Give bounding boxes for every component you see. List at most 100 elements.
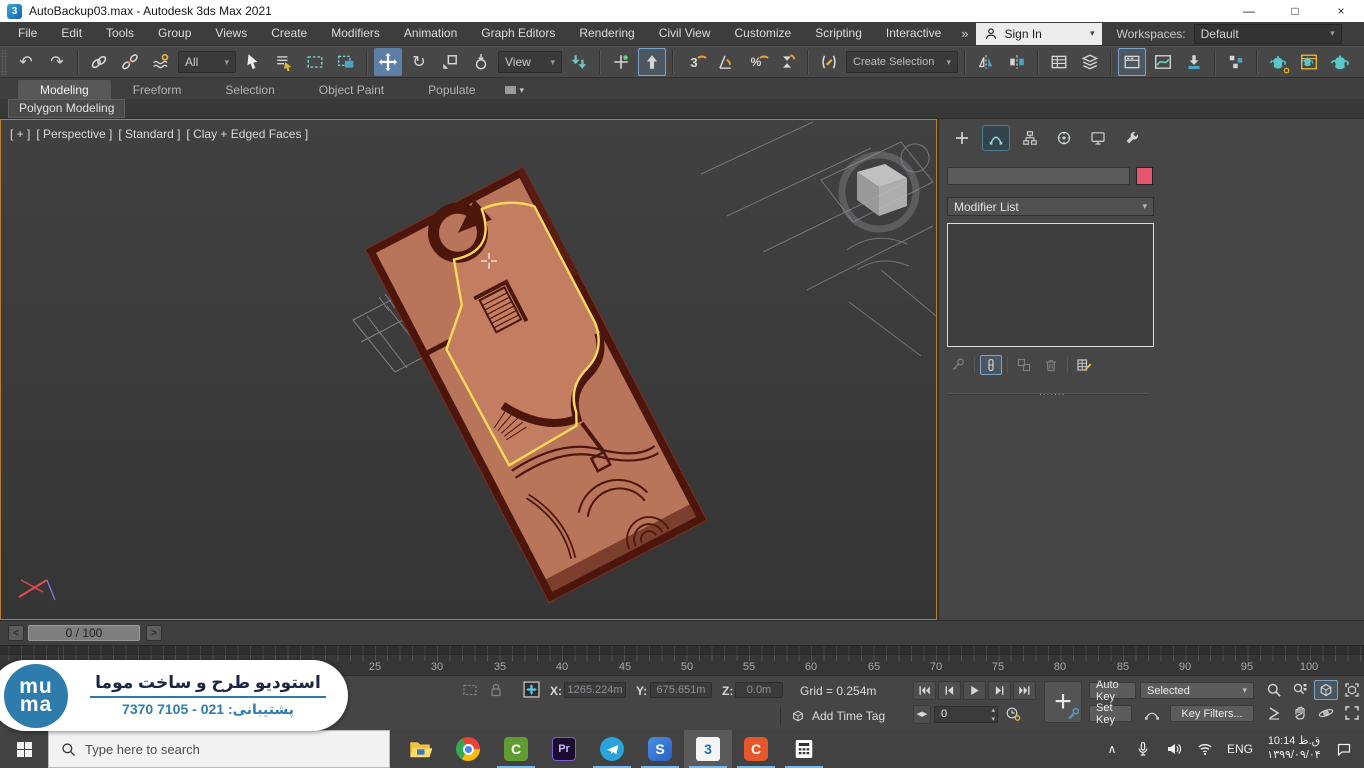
sign-in-button[interactable]: Sign In ▾ [976, 23, 1102, 45]
time-slider-next-button[interactable]: > [146, 625, 162, 641]
remove-modifier-icon[interactable] [1040, 355, 1062, 375]
time-configuration-icon[interactable] [1001, 704, 1025, 724]
current-frame-field[interactable]: 0 ▴ ▾ [934, 706, 998, 723]
viewport-menu-pov[interactable]: [ Perspective ] [36, 127, 112, 141]
taskbar-camtasia-recorder[interactable]: C [732, 730, 780, 768]
select-object-icon[interactable] [239, 48, 267, 76]
render-production-icon[interactable] [1326, 48, 1354, 76]
object-color-swatch[interactable] [1136, 167, 1153, 185]
viewport-menu-renderer[interactable]: [ Standard ] [118, 127, 180, 141]
viewport-menu-general[interactable]: [ + ] [10, 127, 30, 141]
viewport-menu-shading[interactable]: [ Clay + Edged Faces ] [186, 127, 308, 141]
menu-rendering[interactable]: Rendering [567, 22, 646, 45]
default-tangents-icon[interactable] [1140, 704, 1164, 724]
modifier-stack[interactable] [947, 223, 1154, 347]
taskbar-share-app[interactable]: S [636, 730, 684, 768]
x-coordinate-field[interactable]: 1265.224m [564, 682, 626, 698]
transform-type-in-icon[interactable] [523, 681, 540, 698]
add-time-tag[interactable]: Add Time Tag [780, 707, 885, 725]
ribbon-tab-freeform[interactable]: Freeform [111, 80, 204, 99]
show-end-result-icon[interactable] [980, 355, 1002, 375]
motion-tab-icon[interactable] [1051, 126, 1077, 150]
microphone-icon[interactable] [1131, 734, 1155, 764]
hierarchy-tab-icon[interactable] [1017, 126, 1043, 150]
rendered-frame-window-icon[interactable] [1295, 48, 1323, 76]
set-key-button[interactable]: Set Key [1089, 705, 1132, 722]
spinner-up-icon[interactable]: ▴ [991, 706, 995, 714]
language-indicator[interactable]: ENG [1224, 742, 1256, 756]
previous-frame-button[interactable] [938, 681, 961, 700]
menu-tools[interactable]: Tools [94, 22, 146, 45]
snaps-toggle-3d-icon[interactable]: 3 [680, 48, 708, 76]
menu-overflow-chevron[interactable]: » [953, 26, 976, 41]
ribbon-tab-modeling[interactable]: Modeling [18, 80, 111, 99]
zoom-extents-all-icon[interactable] [1340, 680, 1364, 700]
maximize-button[interactable]: □ [1272, 0, 1318, 22]
object-name-field[interactable] [947, 167, 1130, 185]
menu-scripting[interactable]: Scripting [803, 22, 874, 45]
go-to-end-button[interactable] [1013, 681, 1036, 700]
named-selection-sets-dropdown[interactable]: Create Selection Se ▾ [846, 51, 958, 73]
spinner-down-icon[interactable]: ▾ [991, 715, 995, 723]
display-tab-icon[interactable] [1085, 126, 1111, 150]
menu-group[interactable]: Group [146, 22, 203, 45]
toggle-ribbon-icon[interactable] [1118, 48, 1146, 76]
menu-graph-editors[interactable]: Graph Editors [469, 22, 567, 45]
menu-modifiers[interactable]: Modifiers [319, 22, 392, 45]
taskbar-calculator[interactable] [780, 730, 828, 768]
menu-edit[interactable]: Edit [49, 22, 94, 45]
configure-modifier-sets-icon[interactable] [1073, 355, 1095, 375]
make-unique-icon[interactable] [1013, 355, 1035, 375]
perspective-viewport[interactable]: [ + ] [ Perspective ] [ Standard ] [ Cla… [0, 119, 937, 620]
view-cube[interactable] [842, 155, 916, 229]
edit-named-selection-sets-icon[interactable] [815, 48, 843, 76]
reference-coordinate-dropdown[interactable]: View ▾ [498, 51, 562, 73]
select-and-link-icon[interactable] [85, 48, 113, 76]
key-filter-mode-dropdown[interactable]: Selected ▾ [1140, 682, 1254, 699]
undo-button[interactable]: ↶ [12, 48, 40, 76]
spinner-snap-toggle-icon[interactable] [773, 48, 801, 76]
angle-snap-toggle-icon[interactable] [711, 48, 739, 76]
key-mode-toggle[interactable]: ◀▶ [913, 705, 931, 724]
menu-customize[interactable]: Customize [723, 22, 804, 45]
select-and-scale-icon[interactable] [436, 48, 464, 76]
isolate-selection-icon[interactable] [462, 682, 478, 698]
time-slider-prev-button[interactable]: < [8, 625, 24, 641]
track-bar[interactable] [0, 645, 1364, 654]
zoom-all-icon[interactable] [1288, 680, 1312, 700]
modifier-list-dropdown[interactable]: Modifier List ▾ [947, 197, 1154, 216]
rectangular-selection-region-icon[interactable] [301, 48, 329, 76]
toolbar-drag-handle[interactable] [1, 49, 7, 75]
time-slider-track[interactable]: < 0 / 100 > [0, 620, 1364, 645]
speaker-icon[interactable] [1162, 734, 1186, 764]
taskbar-file-explorer[interactable] [396, 730, 444, 768]
toggle-layer-explorer-icon[interactable] [1076, 48, 1104, 76]
selection-filter-dropdown[interactable]: All ▾ [178, 51, 236, 73]
menu-create[interactable]: Create [259, 22, 319, 45]
zoom-icon[interactable] [1262, 680, 1286, 700]
select-and-manipulate-icon[interactable] [607, 48, 635, 76]
polygon-modeling-panel-button[interactable]: Polygon Modeling [8, 99, 125, 118]
menu-views[interactable]: Views [203, 22, 259, 45]
select-and-place-icon[interactable] [467, 48, 495, 76]
keyboard-shortcut-override-icon[interactable] [638, 48, 666, 76]
wifi-icon[interactable] [1193, 734, 1217, 764]
menu-file[interactable]: File [6, 22, 49, 45]
zoom-region-icon[interactable] [1262, 703, 1286, 723]
render-setup-icon[interactable] [1264, 48, 1292, 76]
start-button[interactable] [0, 730, 48, 768]
redo-button[interactable]: ↷ [43, 48, 71, 76]
ribbon-tab-selection[interactable]: Selection [203, 80, 296, 99]
minimize-button[interactable]: — [1226, 0, 1272, 22]
y-coordinate-field[interactable]: 675.651m [650, 682, 712, 698]
auto-key-button[interactable]: Auto Key [1089, 682, 1136, 699]
select-by-name-icon[interactable] [270, 48, 298, 76]
menu-animation[interactable]: Animation [392, 22, 469, 45]
material-editor-icon[interactable] [1222, 48, 1250, 76]
mirror-icon[interactable] [972, 48, 1000, 76]
next-frame-button[interactable] [988, 681, 1011, 700]
toggle-scene-explorer-icon[interactable] [1045, 48, 1073, 76]
time-slider-handle[interactable]: 0 / 100 [28, 625, 140, 641]
taskbar-search[interactable]: Type here to search [48, 730, 390, 768]
align-icon[interactable] [1003, 48, 1031, 76]
